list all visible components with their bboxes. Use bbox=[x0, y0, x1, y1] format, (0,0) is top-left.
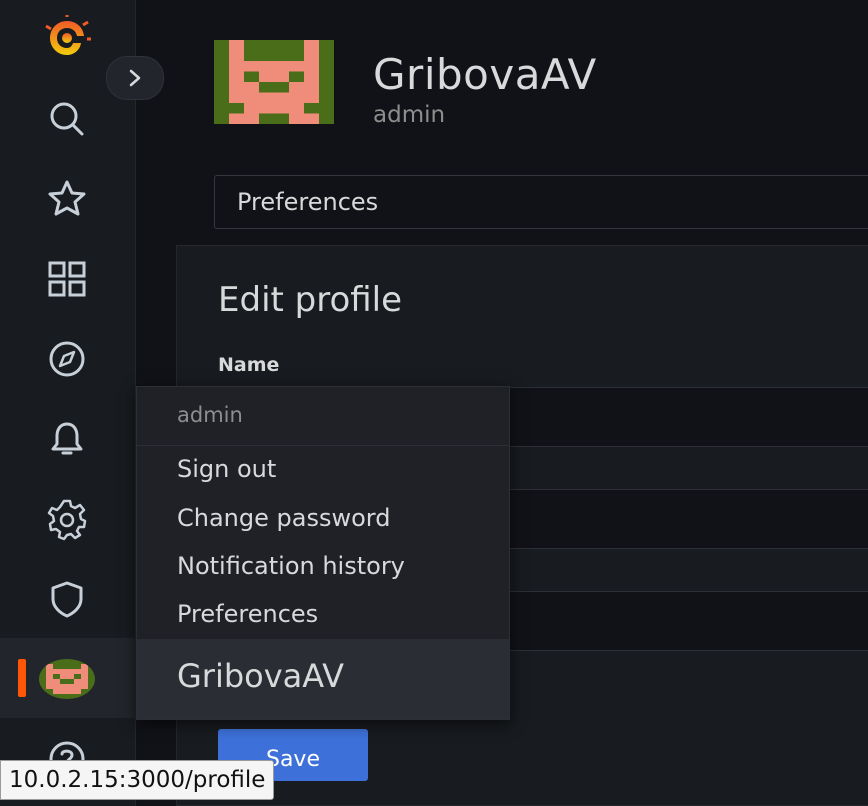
tab-preferences[interactable]: Preferences bbox=[237, 188, 378, 216]
user-menu-header: admin bbox=[137, 387, 509, 446]
profile-avatar bbox=[214, 40, 334, 124]
gear-icon[interactable] bbox=[40, 492, 94, 546]
tab-bar: Preferences bbox=[214, 175, 868, 229]
alerting-bell-icon[interactable] bbox=[40, 412, 94, 466]
shield-icon[interactable] bbox=[40, 572, 94, 626]
menu-item-change-password[interactable]: Change password bbox=[177, 504, 390, 532]
chevron-right-icon bbox=[129, 69, 141, 87]
search-icon[interactable] bbox=[40, 92, 94, 146]
user-menu-header-label: admin bbox=[177, 403, 243, 427]
sidebar bbox=[0, 0, 164, 806]
user-menu-footer-label: GribovaAV bbox=[177, 657, 345, 695]
profile-role: admin bbox=[373, 102, 446, 128]
dashboards-icon[interactable] bbox=[40, 252, 94, 306]
menu-item-notification-history[interactable]: Notification history bbox=[177, 552, 405, 580]
user-menu-footer[interactable]: GribovaAV bbox=[137, 639, 509, 719]
menu-item-sign-out[interactable]: Sign out bbox=[177, 455, 276, 483]
explore-icon[interactable] bbox=[40, 332, 94, 386]
active-indicator bbox=[18, 659, 26, 697]
card-title: Edit profile bbox=[218, 280, 403, 320]
avatar bbox=[39, 659, 95, 699]
grafana-logo-icon[interactable] bbox=[40, 12, 94, 66]
status-bar-url: 10.0.2.15:3000/profile bbox=[0, 760, 275, 800]
profile-username: GribovaAV bbox=[373, 50, 597, 99]
expand-sidebar-button[interactable] bbox=[106, 56, 164, 100]
user-menu-dropdown: admin Sign out Change password Notificat… bbox=[136, 386, 510, 720]
menu-item-preferences[interactable]: Preferences bbox=[177, 600, 318, 628]
star-icon[interactable] bbox=[40, 172, 94, 226]
profile-nav-item[interactable] bbox=[0, 638, 135, 718]
name-field-label: Name bbox=[218, 354, 280, 376]
